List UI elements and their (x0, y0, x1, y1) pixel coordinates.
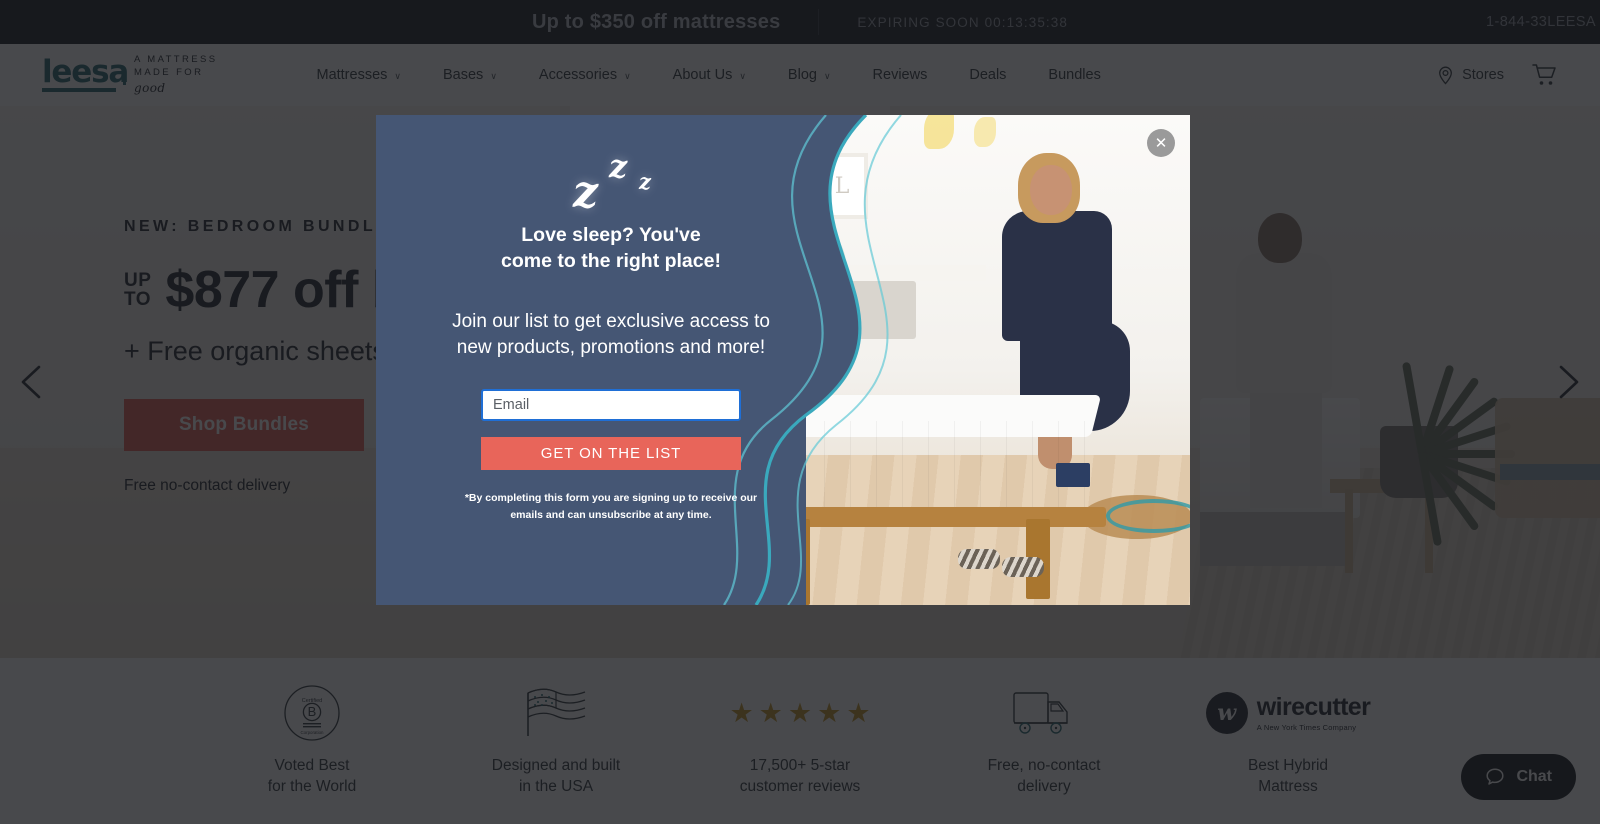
modal-photo-person-face (1030, 165, 1072, 215)
modal-photo-yellow-accent (924, 115, 954, 149)
close-modal-button[interactable]: ✕ (1147, 129, 1175, 157)
modal-disclaimer-line1: *By completing this form you are signing… (464, 491, 758, 504)
z-small: z (639, 169, 651, 194)
modal-disclaimer-line2: emails and can unsubscribe at any time. (510, 509, 712, 522)
get-on-the-list-button[interactable]: GET ON THE LIST (481, 436, 741, 470)
zzz-sleep-icon: z z z (551, 143, 671, 219)
modal-form-panel: z z z Love sleep? You've come to the rig… (376, 115, 846, 605)
modal-title: Love sleep? You've come to the right pla… (501, 223, 721, 275)
z-large: z (573, 167, 598, 218)
close-icon: ✕ (1154, 134, 1168, 152)
z-medium: z (609, 147, 628, 185)
email-input[interactable] (481, 388, 741, 421)
modal-photo-bed-frame (806, 479, 1106, 605)
modal-photo-slipper (1002, 557, 1044, 577)
modal-photo-panel: L (806, 115, 1190, 605)
modal-subtitle: Join our list to get exclusive access to… (431, 309, 791, 361)
modal-bedroom-photo: L (806, 115, 1190, 605)
modal-photo-yellow-accent (974, 117, 996, 147)
modal-title-line2: come to the right place! (501, 249, 721, 272)
modal-title-line1: Love sleep? You've (521, 224, 701, 246)
modal-disclaimer: *By completing this form you are signing… (458, 490, 764, 526)
modal-photo-person-body (1002, 211, 1112, 341)
email-signup-modal: L z z z Love sleep? You've come to the r… (376, 115, 1190, 605)
modal-subtitle-line2: new products, promotions and more! (456, 336, 766, 358)
modal-photo-slipper (958, 549, 1000, 569)
modal-photo-bed-rail (806, 507, 1106, 527)
modal-subtitle-line1: Join our list to get exclusive access to (452, 310, 770, 332)
